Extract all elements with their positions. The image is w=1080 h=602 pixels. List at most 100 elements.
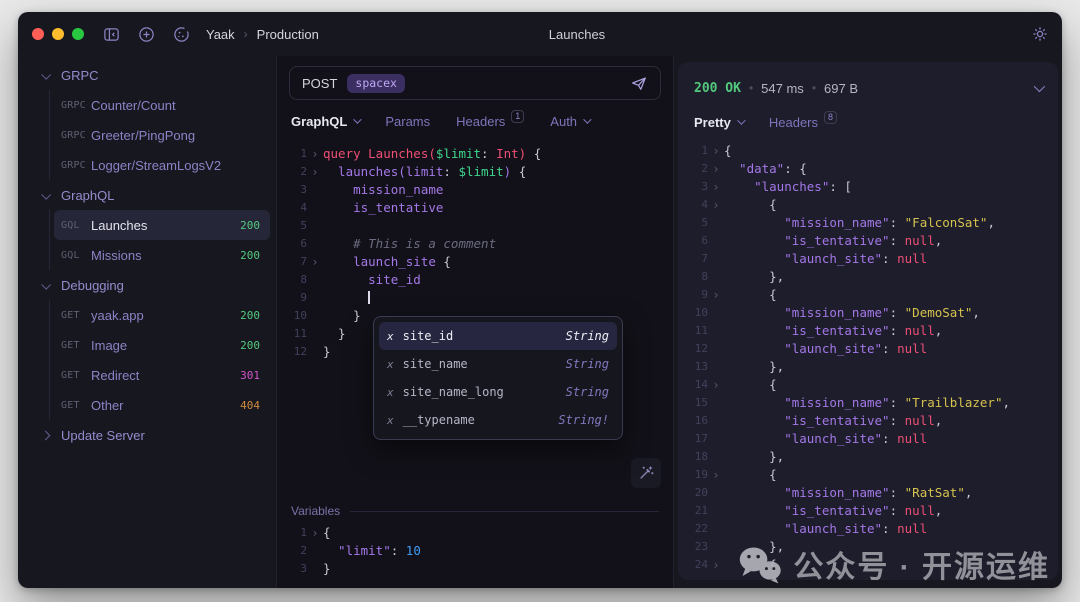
request-method-tag: GRPC — [61, 130, 91, 141]
fold-chevron-icon[interactable]: › — [307, 524, 323, 542]
response-panel: 200 OK • 547 ms • 697 B PrettyHeaders8 1… — [678, 62, 1058, 580]
breadcrumb-environment[interactable]: Production — [257, 27, 319, 42]
request-tab-auth[interactable]: Auth — [550, 114, 589, 129]
line-number: 19 — [688, 466, 708, 484]
fold-chevron-icon[interactable]: › — [708, 466, 724, 484]
fold-chevron-icon[interactable]: › — [708, 196, 724, 214]
url-bar[interactable]: POST spacex — [289, 66, 661, 100]
sidebar-item-missions[interactable]: GQLMissions200 — [54, 240, 270, 270]
line-number: 2 — [688, 160, 708, 178]
code-line: 18 }, — [688, 448, 1058, 466]
response-tab-pretty[interactable]: Pretty — [694, 115, 743, 130]
line-number: 22 — [688, 520, 708, 538]
request-tab-headers[interactable]: Headers1 — [456, 114, 524, 129]
code-line: 8 }, — [688, 268, 1058, 286]
line-number: 5 — [688, 214, 708, 232]
chevron-down-icon — [41, 189, 51, 199]
separator-dot: • — [749, 81, 753, 95]
tab-label: Headers — [769, 115, 818, 130]
sidebar-item-label: Other — [91, 398, 124, 413]
fold-chevron-icon — [708, 322, 724, 340]
sidebar-item-yaak-app[interactable]: GETyaak.app200 — [54, 300, 270, 330]
fold-chevron-icon — [708, 232, 724, 250]
line-number: 10 — [287, 307, 307, 325]
fold-chevron-icon[interactable]: › — [708, 142, 724, 160]
zoom-window-button[interactable] — [72, 28, 84, 40]
format-wand-icon[interactable] — [631, 458, 661, 488]
sidebar-item-logger-streamlogsv2[interactable]: GRPCLogger/StreamLogsV2 — [54, 150, 270, 180]
sidebar-item-counter-count[interactable]: GRPCCounter/Count — [54, 90, 270, 120]
code-line: 13 }, — [688, 358, 1058, 376]
sidebar-item-other[interactable]: GETOther404 — [54, 390, 270, 420]
line-number: 15 — [688, 394, 708, 412]
variables-editor[interactable]: 1›{2 "limit": 103} — [277, 522, 673, 578]
line-number: 16 — [688, 412, 708, 430]
request-tab-params[interactable]: Params — [385, 114, 430, 129]
code-line: 5 "mission_name": "FalconSat", — [688, 214, 1058, 232]
request-name-pill[interactable]: spacex — [347, 74, 405, 93]
page-title: Launches — [549, 27, 605, 42]
code-line: 7 "launch_site": null — [688, 250, 1058, 268]
sidebar-item-redirect[interactable]: GETRedirect301 — [54, 360, 270, 390]
breadcrumb-separator: › — [244, 27, 248, 41]
fold-chevron-icon — [708, 502, 724, 520]
code-line: 8 site_id — [287, 271, 673, 289]
cookie-icon[interactable] — [172, 25, 190, 43]
code-line: 1›{ — [688, 142, 1058, 160]
close-window-button[interactable] — [32, 28, 44, 40]
line-number: 11 — [688, 322, 708, 340]
request-method-tag: GRPC — [61, 160, 91, 171]
sidebar-item-label: Redirect — [91, 368, 139, 383]
tab-label: GraphQL — [291, 114, 347, 129]
response-body-viewer[interactable]: 1›{2› "data": {3› "launches": [4› {5 "mi… — [678, 142, 1058, 574]
new-request-icon[interactable] — [137, 25, 155, 43]
sidebar-section-graphql[interactable]: GraphQL — [18, 180, 276, 210]
variables-divider — [350, 511, 659, 512]
send-request-button[interactable] — [630, 74, 648, 92]
fold-chevron-icon[interactable]: › — [307, 145, 323, 163]
line-number: 23 — [688, 538, 708, 556]
status-code-badge: 301 — [240, 369, 260, 382]
line-number: 17 — [688, 430, 708, 448]
line-number: 1 — [287, 145, 307, 163]
minimize-window-button[interactable] — [52, 28, 64, 40]
fold-chevron-icon — [708, 214, 724, 232]
sidebar-section-debugging[interactable]: Debugging — [18, 270, 276, 300]
sidebar-section-update-server[interactable]: Update Server — [18, 420, 276, 450]
autocomplete-item-typename[interactable]: x__typenameString! — [379, 406, 617, 434]
status-code-badge: 404 — [240, 399, 260, 412]
status-code-badge: 200 — [240, 339, 260, 352]
fold-chevron-icon — [307, 271, 323, 289]
line-number: 24 — [688, 556, 708, 574]
settings-gear-icon[interactable] — [1032, 26, 1048, 47]
line-number: 3 — [287, 560, 307, 578]
fold-chevron-icon[interactable]: › — [708, 376, 724, 394]
response-tab-headers[interactable]: Headers8 — [769, 115, 837, 130]
traffic-lights — [32, 28, 84, 40]
field-x-icon: x — [387, 358, 394, 371]
sidebar-item-launches[interactable]: GQLLaunches200 — [54, 210, 270, 240]
fold-chevron-icon — [307, 235, 323, 253]
code-line: 21 "is_tentative": null, — [688, 502, 1058, 520]
chevron-down-icon — [583, 115, 591, 123]
sidebar-toggle-icon[interactable] — [102, 25, 120, 43]
fold-chevron-icon[interactable]: › — [708, 160, 724, 178]
fold-chevron-icon[interactable]: › — [708, 556, 724, 574]
fold-chevron-icon[interactable]: › — [708, 286, 724, 304]
line-number: 14 — [688, 376, 708, 394]
titlebar[interactable]: Yaak › Production Launches — [18, 12, 1062, 56]
breadcrumb-workspace[interactable]: Yaak — [206, 27, 235, 42]
sidebar-item-greeter-pingpong[interactable]: GRPCGreeter/PingPong — [54, 120, 270, 150]
sidebar-item-image[interactable]: GETImage200 — [54, 330, 270, 360]
variables-section: Variables 1›{2 "limit": 103} — [277, 504, 673, 578]
line-number: 12 — [688, 340, 708, 358]
autocomplete-item-site-id[interactable]: xsite_idString — [379, 322, 617, 350]
fold-chevron-icon[interactable]: › — [307, 253, 323, 271]
fold-chevron-icon[interactable]: › — [307, 163, 323, 181]
sidebar-section-grpc[interactable]: GRPC — [18, 60, 276, 90]
autocomplete-item-site-name[interactable]: xsite_nameString — [379, 350, 617, 378]
request-tab-graphql[interactable]: GraphQL — [291, 114, 359, 129]
fold-chevron-icon[interactable]: › — [708, 178, 724, 196]
autocomplete-item-site-name-long[interactable]: xsite_name_longString — [379, 378, 617, 406]
response-collapse-chevron-icon[interactable] — [1034, 81, 1045, 92]
